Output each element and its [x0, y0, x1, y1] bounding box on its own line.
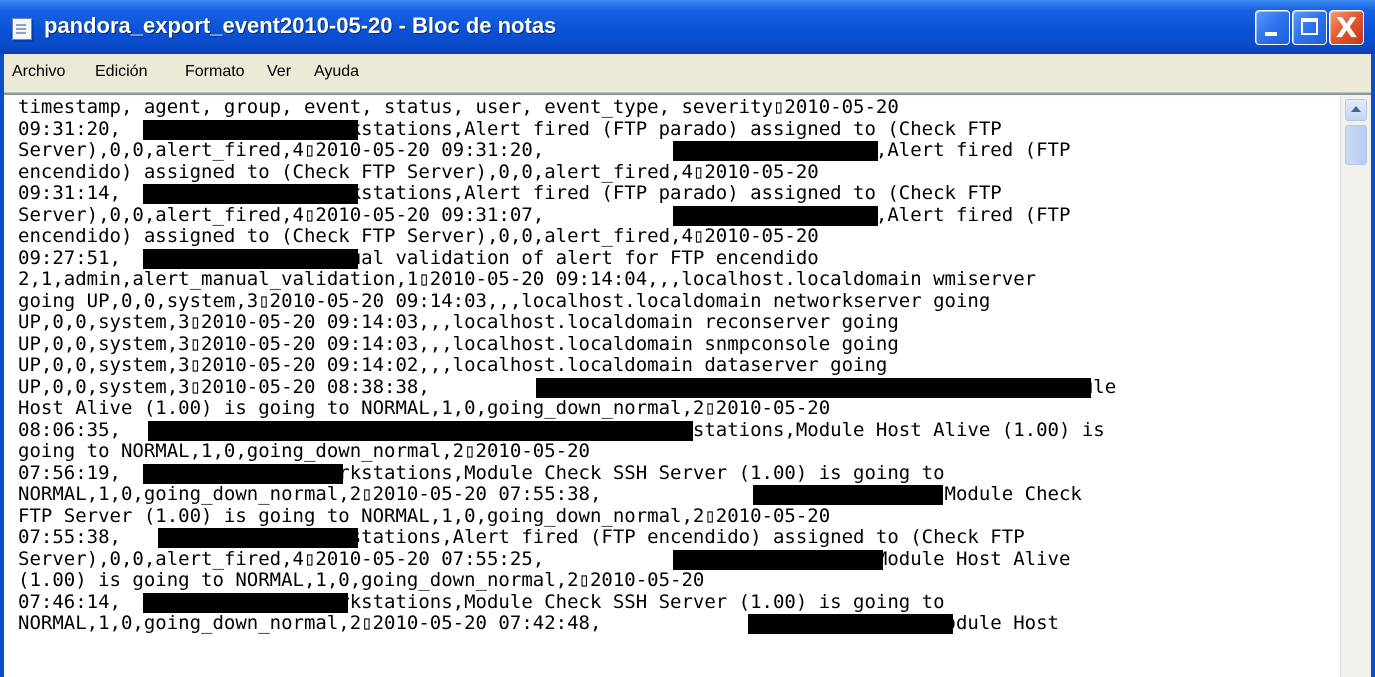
- menu-ver[interactable]: Ver: [267, 63, 291, 81]
- close-icon: X: [1335, 11, 1358, 44]
- redaction-bar: [753, 485, 943, 505]
- text-line: encendido) assigned to (Check FTP Server…: [18, 225, 819, 247]
- menu-formato[interactable]: Formato: [185, 63, 245, 81]
- minimize-icon: [1265, 32, 1277, 36]
- text-line: encendido) assigned to (Check FTP Server…: [18, 160, 819, 183]
- text-line: 08:06:35, Workstations,Module Host Alive…: [18, 419, 1338, 442]
- text-line: Server),0,0,alert_fired,4▯2010-05-20 09:…: [18, 203, 1338, 227]
- redaction-bar: [158, 528, 358, 548]
- redaction-bar: [143, 119, 358, 140]
- redaction-bar: [148, 420, 693, 441]
- close-button[interactable]: X: [1329, 10, 1364, 45]
- text-line-content: Server),0,0,alert_fired,4▯2010-05-20 09:…: [18, 203, 1071, 226]
- text-line: UP,0,0,system,3▯2010-05-20 09:14:03,,,lo…: [18, 311, 899, 333]
- notepad-icon[interactable]: [12, 18, 32, 40]
- menu-archivo[interactable]: Archivo: [12, 63, 65, 81]
- text-line: FTP Server (1.00) is going to NORMAL,1,0…: [18, 504, 831, 527]
- text-line: UP,0,0,system,3▯2010-05-20 09:14:03,,,lo…: [18, 332, 899, 355]
- redaction-bar: [143, 592, 348, 613]
- text-line: 09:31:20, ,Workstations,Alert fired (FTP…: [18, 118, 1338, 141]
- redaction-bar: [673, 549, 883, 570]
- text-line: UP,0,0,system,3▯2010-05-20 08:38:38, Unk…: [18, 376, 1338, 399]
- text-line: (1.00) is going to NORMAL,1,0,going_down…: [18, 569, 705, 591]
- text-line: 09:31:14, ,Workstations,Alert fired (FTP…: [18, 182, 1338, 205]
- vertical-scrollbar[interactable]: [1340, 95, 1371, 677]
- scroll-up-arrow-icon: [1351, 106, 1361, 112]
- window-title: pandora_export_event2010-05-20 - Bloc de…: [44, 13, 557, 38]
- redaction-bar: [143, 463, 343, 484]
- menu-ayuda[interactable]: Ayuda: [314, 63, 359, 81]
- scrollbar-thumb[interactable]: [1345, 125, 1367, 165]
- maximize-icon: [1301, 18, 1318, 35]
- redaction-bar: [673, 141, 878, 161]
- menu-bar: Archivo Edición Formato Ver Ayuda: [4, 54, 1371, 93]
- notepad-window: pandora_export_event2010-05-20 - Bloc de…: [0, 0, 1375, 677]
- text-line: 09:27:51, ,Manual validation of alert fo…: [18, 246, 1338, 270]
- text-line: going to NORMAL,1,0,going_down_normal,2▯…: [18, 440, 590, 462]
- text-line: UP,0,0,system,3▯2010-05-20 09:14:02,,,lo…: [18, 354, 888, 376]
- text-line-content: Server),0,0,alert_fired,4▯2010-05-20 09:…: [18, 139, 1071, 161]
- text-line: 2,1,admin,alert_manual_validation,1▯2010…: [18, 268, 1037, 290]
- redaction-bar: [143, 184, 358, 204]
- text-line: 07:55:38, Workstations,Alert fired (FTP …: [18, 526, 1338, 549]
- redaction-bar: [143, 248, 358, 269]
- text-line: Server),0,0,alert_fired,4▯2010-05-20 09:…: [18, 139, 1338, 162]
- redaction-bar: [673, 205, 878, 226]
- text-editor[interactable]: timestamp, agent, group, event, status, …: [4, 93, 1371, 677]
- text-line: timestamp, agent, group, event, status, …: [18, 97, 899, 118]
- text-line: 07:56:19, ,Workstations,Module Check SSH…: [18, 462, 1338, 485]
- title-bar[interactable]: pandora_export_event2010-05-20 - Bloc de…: [0, 0, 1375, 54]
- text-line: NORMAL,1,0,going_down_normal,2▯2010-05-2…: [18, 612, 1338, 635]
- minimize-button[interactable]: [1255, 10, 1290, 45]
- menu-edicion[interactable]: Edición: [95, 63, 147, 81]
- text-line-content: Server),0,0,alert_fired,4▯2010-05-20 07:…: [18, 547, 1071, 570]
- redaction-bar: [748, 614, 953, 634]
- text-line-content: 09:27:51, ,Manual validation of alert fo…: [18, 246, 819, 269]
- text-line: Server),0,0,alert_fired,4▯2010-05-20 07:…: [18, 547, 1338, 571]
- redaction-bar: [536, 377, 1091, 398]
- text-content[interactable]: timestamp, agent, group, event, status, …: [18, 97, 1338, 677]
- text-line: going UP,0,0,system,3▯2010-05-20 09:14:0…: [18, 289, 991, 312]
- text-line: NORMAL,1,0,going_down_normal,2▯2010-05-2…: [18, 483, 1338, 506]
- text-line: 07:46:14, ,Workstations,Module Check SSH…: [18, 591, 1338, 614]
- text-line: Host Alive (1.00) is going to NORMAL,1,0…: [18, 397, 831, 419]
- maximize-button[interactable]: [1292, 10, 1327, 45]
- scroll-up-button[interactable]: [1345, 99, 1367, 121]
